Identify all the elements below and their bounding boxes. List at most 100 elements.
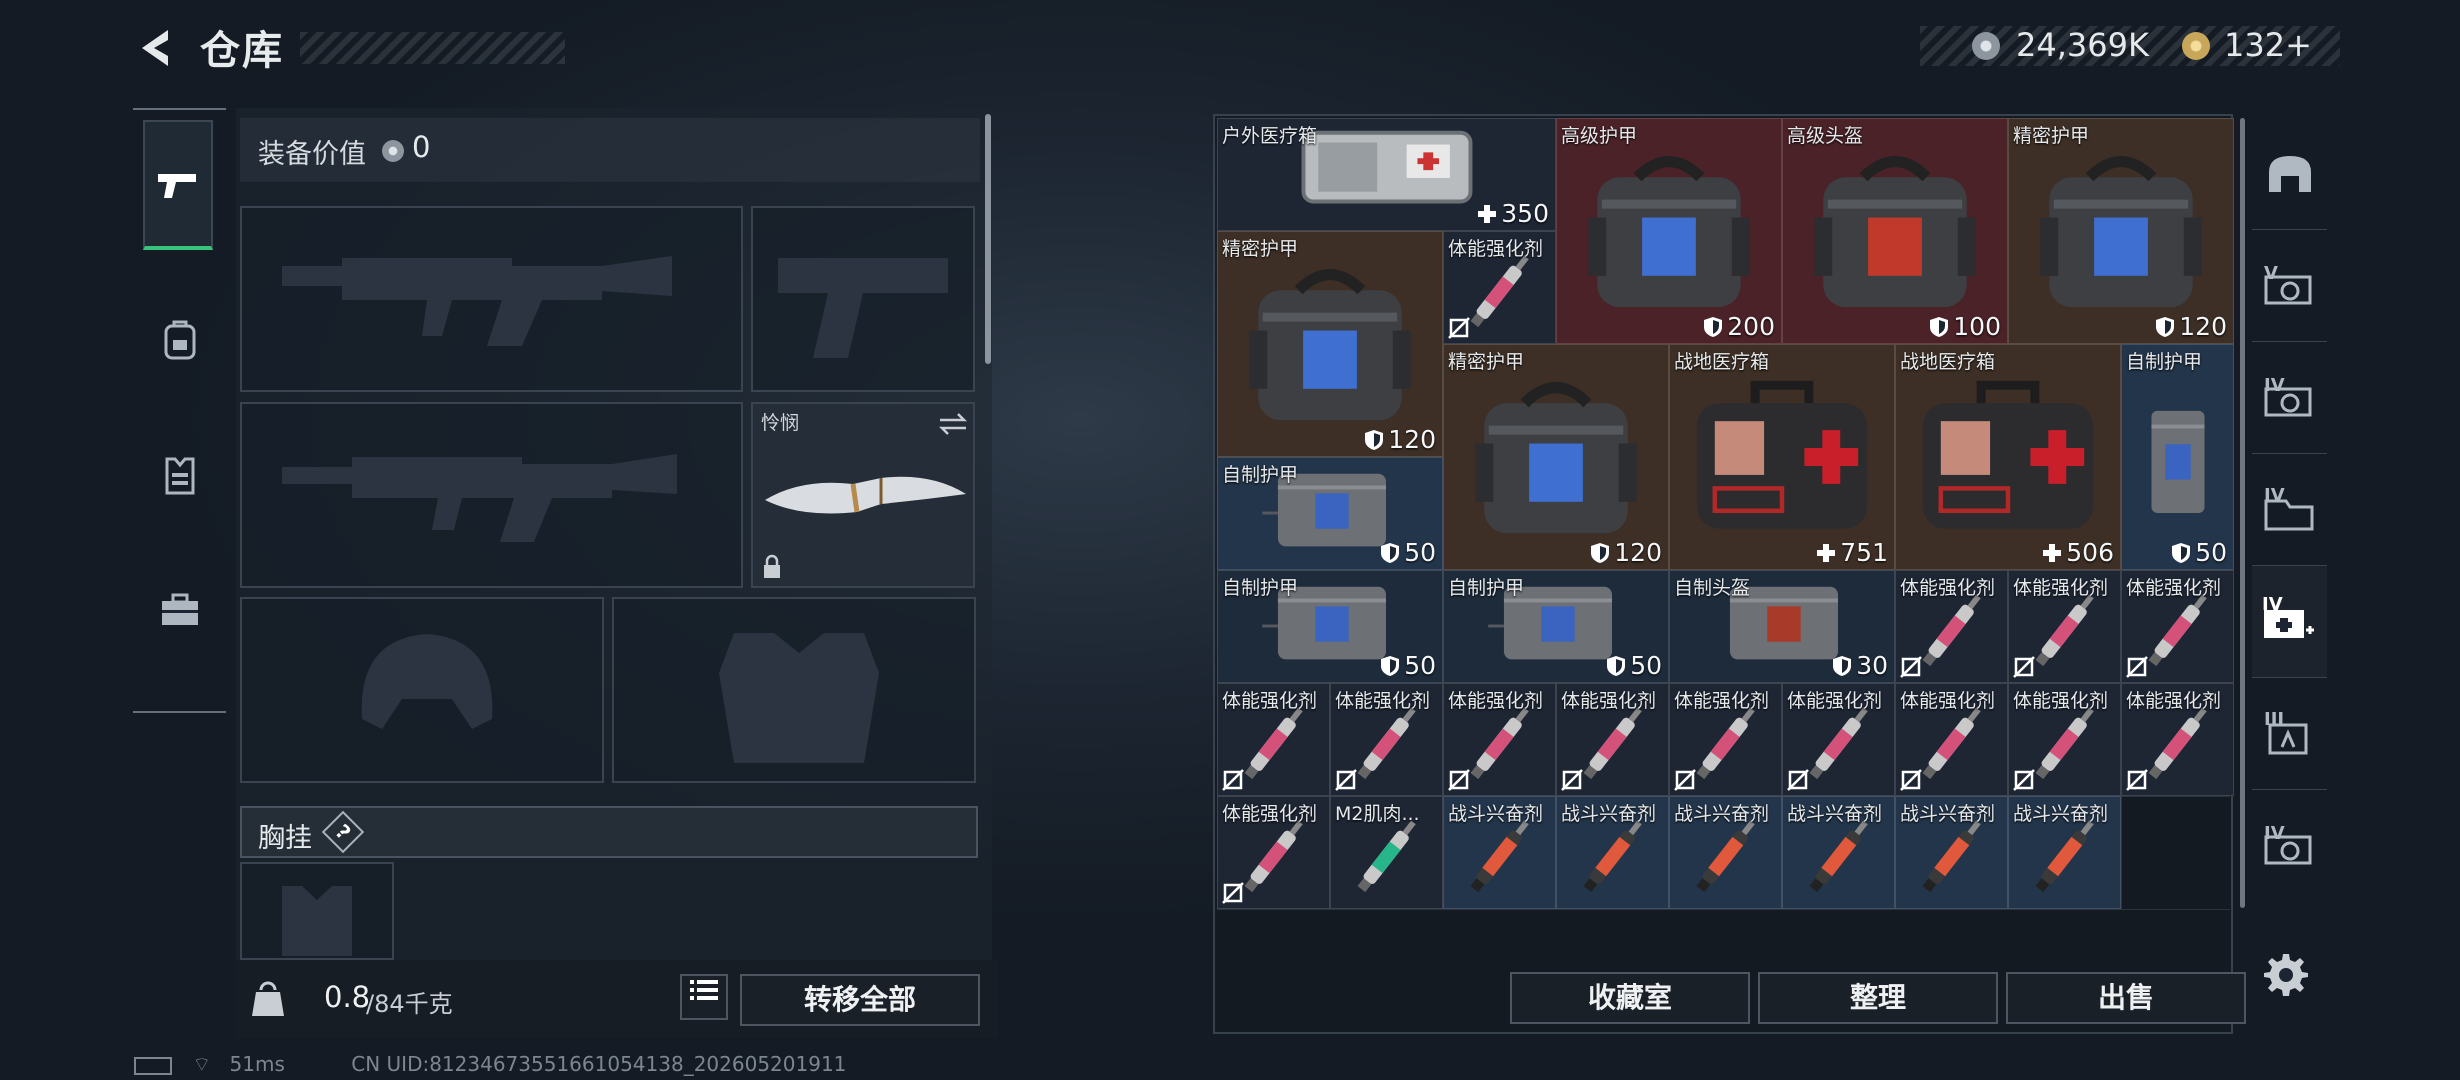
unusable-icon [2013, 769, 2035, 791]
iv-gear-icon: IV [2264, 375, 2311, 416]
inventory-item[interactable]: 体能强化剂 [1895, 570, 2008, 683]
inventory-item[interactable]: 体能强化剂 [1782, 683, 1895, 796]
inventory-item[interactable]: 战斗兴奋剂 [1895, 796, 2008, 909]
inventory-item[interactable]: 战斗兴奋剂 [1782, 796, 1895, 909]
tier-label: V [2264, 263, 2278, 284]
inventory-item[interactable]: 体能强化剂 [1443, 231, 1556, 344]
gold-amount[interactable]: 132+ [2224, 26, 2312, 64]
back-arrow-icon[interactable] [130, 22, 182, 74]
nav-vest[interactable] [145, 440, 215, 510]
inventory-item[interactable]: 精密护甲 120 [1443, 344, 1669, 570]
inventory-item[interactable]: 战地医疗箱 751 [1669, 344, 1895, 570]
bag-icon [2040, 156, 2202, 308]
inventory-item[interactable]: 战斗兴奋剂 [1556, 796, 1669, 909]
unusable-icon [1222, 769, 1244, 791]
nav-safe[interactable] [2252, 118, 2327, 230]
inventory-item[interactable]: 战斗兴奋剂 [1669, 796, 1782, 909]
swap-icon[interactable] [938, 412, 968, 436]
inventory-item[interactable]: 体能强化剂 [1669, 683, 1782, 796]
inventory-item[interactable]: 战地医疗箱 506 [1895, 344, 2121, 570]
nav-iii-bag[interactable]: III [2252, 678, 2327, 790]
inventory-item[interactable]: 自制护甲 50 [2121, 344, 2234, 570]
inventory-item[interactable]: 体能强化剂 [1330, 683, 1443, 796]
gold-coin-icon[interactable] [2182, 32, 2210, 60]
firstaid-icon [1922, 380, 2094, 529]
warehouse-category-nav: V IV IV IV III IV [2252, 118, 2327, 918]
bag-red-icon [1814, 156, 1976, 308]
inventory-item[interactable]: 精密护甲 120 [1217, 231, 1443, 457]
nav-v-gear[interactable]: V [2252, 230, 2327, 342]
item-name: 自制头盔 [1674, 577, 1751, 599]
warehouse-scrollbar[interactable] [2240, 118, 2245, 908]
inventory-item[interactable]: 体能强化剂 [2008, 683, 2121, 796]
primary-weapon-slot[interactable] [240, 206, 743, 392]
chest-rig-slot[interactable] [240, 862, 394, 960]
collection-room-button[interactable]: 收藏室 [1510, 972, 1750, 1024]
nav-iv-medkit[interactable]: IV [2252, 566, 2327, 678]
unusable-icon [1448, 769, 1470, 791]
nav-toolbox[interactable] [145, 575, 215, 645]
inventory-item[interactable]: 自制头盔 30 [1669, 570, 1895, 683]
inventory-item[interactable]: 体能强化剂 [2008, 570, 2121, 683]
inventory-item[interactable]: 高级头盔 100 [1782, 118, 2008, 344]
inventory-item[interactable]: 自制护甲 50 [1217, 457, 1443, 570]
inventory-item[interactable]: M2肌肉... [1330, 796, 1443, 909]
inventory-item[interactable]: 体能强化剂 [2121, 570, 2234, 683]
item-name: 体能强化剂 [2126, 577, 2222, 599]
list-view-button[interactable] [680, 974, 728, 1020]
inventory-item[interactable]: 战斗兴奋剂 [1443, 796, 1556, 909]
nav-iv-gear[interactable]: IV [2252, 342, 2327, 454]
transfer-all-button[interactable]: 转移全部 [740, 974, 980, 1026]
secondary-weapon-slot[interactable] [240, 402, 743, 588]
inventory-item[interactable]: 体能强化剂 [1217, 796, 1330, 909]
unusable-icon [1335, 769, 1357, 791]
silver-coin-icon [382, 140, 404, 162]
item-name: 战地医疗箱 [1674, 351, 1770, 373]
inventory-item[interactable]: 体能强化剂 [2121, 683, 2234, 796]
item-name: 体能强化剂 [1900, 690, 1996, 712]
pistol-icon [158, 174, 196, 198]
lock-icon [764, 554, 780, 578]
nav-backpack[interactable] [145, 305, 215, 375]
inventory-item[interactable]: 精密护甲 120 [2008, 118, 2234, 344]
inventory-item[interactable]: 高级护甲 200 [1556, 118, 1782, 344]
inventory-item[interactable]: 体能强化剂 [1443, 683, 1556, 796]
unusable-icon [1787, 769, 1809, 791]
item-name: 体能强化剂 [1561, 690, 1657, 712]
item-name: 体能强化剂 [1448, 238, 1544, 260]
helmet-slot[interactable] [240, 597, 604, 783]
item-name: 战斗兴奋剂 [1448, 803, 1544, 825]
pistol-silhouette-icon [778, 258, 948, 358]
sell-button[interactable]: 出售 [2006, 972, 2246, 1024]
vest-small-icon [2151, 410, 2205, 513]
sidearm-slot[interactable] [751, 206, 975, 392]
nav-weapons[interactable] [143, 120, 213, 250]
item-durability: 50 [2171, 538, 2227, 567]
tier-label: IV [2264, 485, 2285, 506]
armor-slot[interactable] [612, 597, 976, 783]
settings-gear-icon[interactable] [2264, 952, 2308, 996]
inventory-item[interactable]: 战斗兴奋剂 [2008, 796, 2121, 909]
inventory-item[interactable]: 自制护甲 50 [1217, 570, 1443, 683]
nav-iv-gear-2[interactable]: IV [2252, 790, 2327, 902]
unusable-icon [1561, 769, 1583, 791]
item-name: 体能强化剂 [1900, 577, 1996, 599]
organize-button[interactable]: 整理 [1758, 972, 1998, 1024]
equipment-value: 0 [412, 130, 431, 164]
loadout-scrollbar[interactable] [985, 114, 991, 364]
item-heal-amount: 350 [1477, 199, 1549, 228]
inventory-item[interactable]: 体能强化剂 [1895, 683, 2008, 796]
inventory-item[interactable]: 体能强化剂 [1556, 683, 1669, 796]
item-durability: 100 [1929, 312, 2001, 341]
item-name: 体能强化剂 [2013, 690, 2109, 712]
inventory-item[interactable]: 户外医疗箱 350 [1217, 118, 1556, 231]
item-name: 高级护甲 [1561, 125, 1638, 147]
inventory-item[interactable]: 自制护甲 50 [1443, 570, 1669, 683]
inventory-item[interactable]: 体能强化剂 [1217, 683, 1330, 796]
melee-slot[interactable]: 怜悯 [751, 402, 975, 588]
help-icon[interactable]: ? [321, 810, 365, 854]
item-name: 体能强化剂 [1448, 690, 1544, 712]
firstaid-icon [1696, 380, 1868, 529]
nav-iv-folder[interactable]: IV [2252, 454, 2327, 566]
item-durability: 120 [2155, 312, 2227, 341]
